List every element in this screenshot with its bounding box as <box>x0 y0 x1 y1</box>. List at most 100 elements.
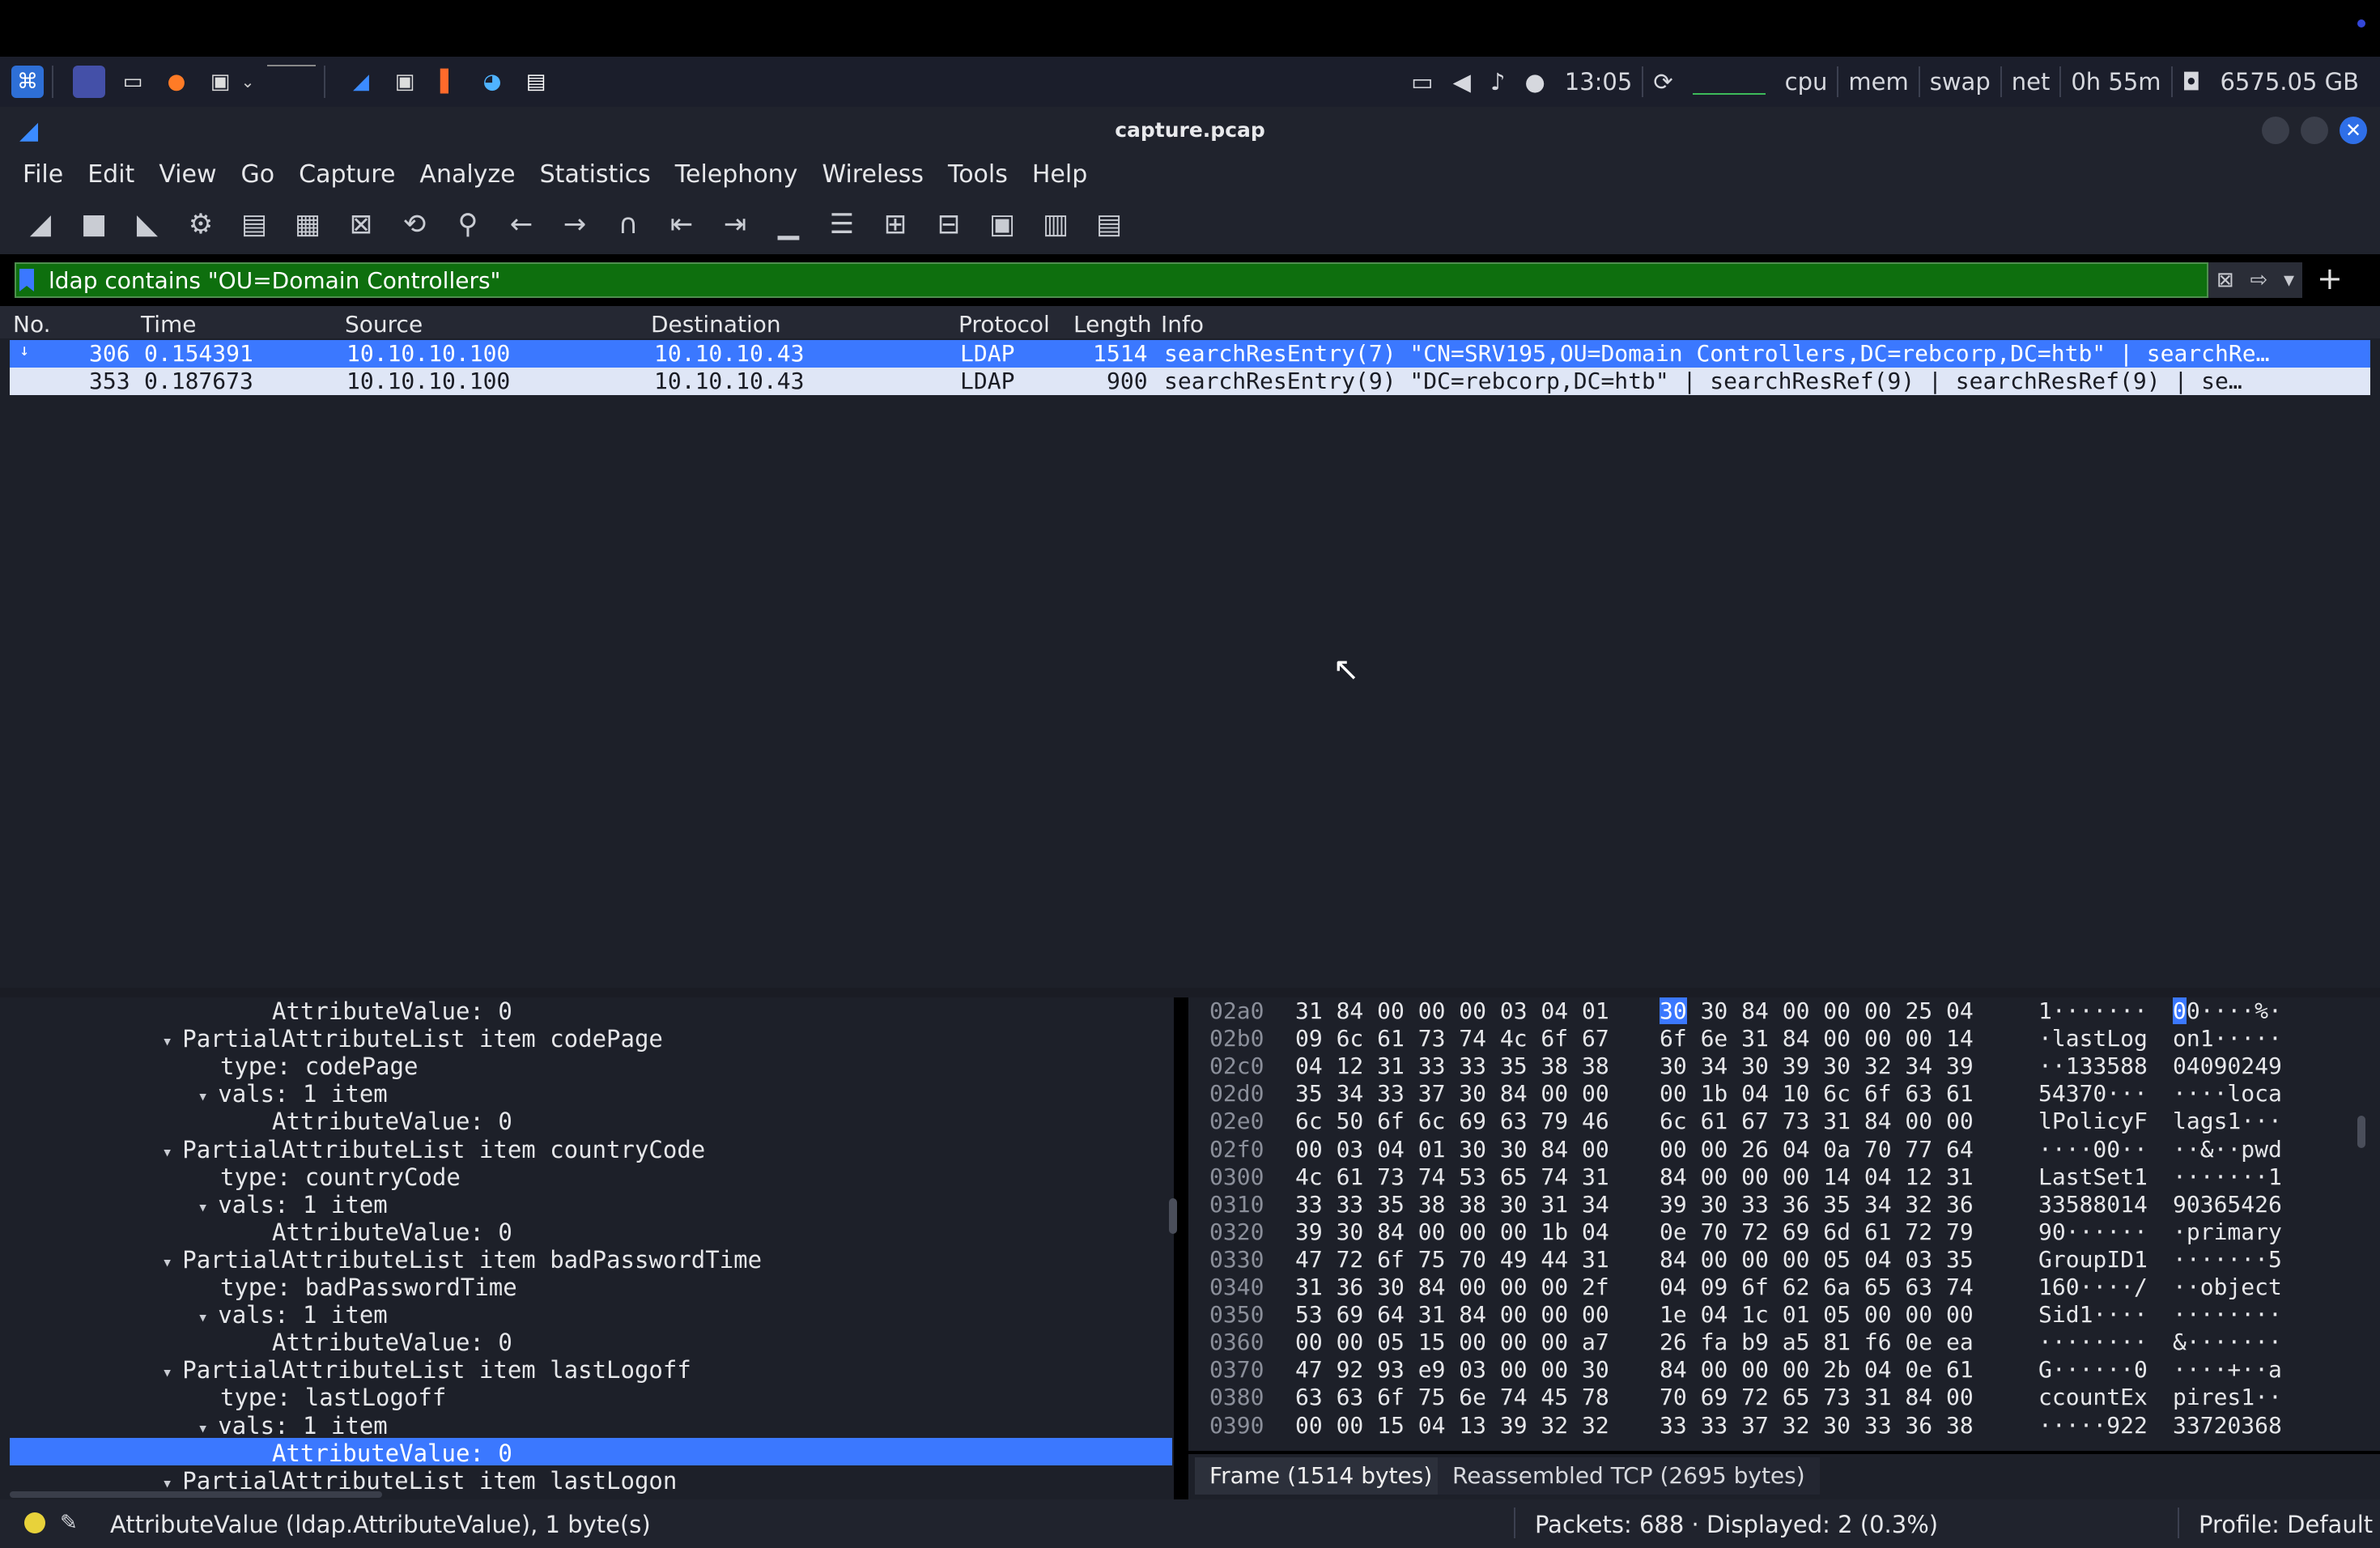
ascii-bytes-2[interactable]: ··object <box>2173 1274 2282 1300</box>
display-filter-value[interactable]: ldap contains "OU=Domain Controllers" <box>49 267 500 294</box>
ascii-bytes-1[interactable]: ·····922 <box>2038 1412 2148 1439</box>
menu-edit[interactable]: Edit <box>87 160 134 189</box>
reload-icon[interactable]: ⟲ <box>395 205 434 244</box>
byte-offset[interactable]: 02c0 <box>1209 1053 1264 1079</box>
tab-reassembled-tcp[interactable]: Reassembled TCP (2695 bytes) <box>1438 1457 1820 1495</box>
hex-bytes-2[interactable]: 00 00 26 04 0a 70 77 64 <box>1660 1136 1974 1163</box>
hex-bytes-2[interactable]: 84 00 00 00 14 04 12 31 <box>1660 1163 1974 1190</box>
ascii-bytes-2[interactable]: 90365426 <box>2173 1191 2282 1218</box>
zoom-in-icon[interactable]: ⊞ <box>876 205 915 244</box>
tab-frame-bytes[interactable]: Frame (1514 bytes) <box>1195 1457 1447 1495</box>
desktop-icon[interactable] <box>73 66 105 98</box>
packet-row[interactable]: 353 0.187673 10.10.10.100 10.10.10.43 LD… <box>10 368 2370 395</box>
ascii-bytes-1[interactable]: 33588014 <box>2038 1191 2148 1218</box>
hex-bytes-1[interactable]: 04 12 31 33 33 35 38 38 <box>1295 1053 1609 1079</box>
byte-offset[interactable]: 0300 <box>1209 1163 1264 1190</box>
hex-bytes-1[interactable]: 00 03 04 01 30 30 84 00 <box>1295 1136 1609 1163</box>
hex-bytes-1[interactable]: 09 6c 61 73 74 4c 6f 67 <box>1295 1025 1609 1052</box>
byte-offset[interactable]: 0340 <box>1209 1274 1264 1300</box>
detail-tree-item[interactable]: ▾ vals: 1 item <box>198 1412 388 1440</box>
capture-options-icon[interactable]: ⚙ <box>181 205 220 244</box>
ascii-bytes-2[interactable]: &······· <box>2173 1329 2282 1355</box>
document-viewer-icon[interactable]: ▤ <box>520 66 552 98</box>
byte-offset[interactable]: 0330 <box>1209 1246 1264 1273</box>
wireshark-icon[interactable]: ◢ <box>345 66 377 98</box>
byte-offset[interactable]: 0320 <box>1209 1218 1264 1245</box>
clock-time[interactable]: 13:05 <box>1565 68 1633 96</box>
ascii-bytes-1[interactable]: ········ <box>2038 1329 2148 1355</box>
hex-bytes-2[interactable]: 00 1b 04 10 6c 6f 63 61 <box>1660 1080 1974 1107</box>
hex-bytes-1[interactable]: 6c 50 6f 6c 69 63 79 46 <box>1295 1108 1609 1134</box>
filter-history-chevron-icon[interactable]: ▾ <box>2284 268 2294 292</box>
hex-bytes-1[interactable]: 31 36 30 84 00 00 00 2f <box>1295 1274 1609 1300</box>
menu-file[interactable]: File <box>23 160 63 189</box>
terminal-icon-2[interactable]: ▣ <box>389 66 421 98</box>
add-filter-button[interactable]: + <box>2317 261 2343 296</box>
byte-offset[interactable]: 0360 <box>1209 1329 1264 1355</box>
ascii-bytes-2[interactable]: ····+··a <box>2173 1356 2282 1383</box>
stop-capture-icon[interactable]: ■ <box>74 205 113 244</box>
menu-capture[interactable]: Capture <box>299 160 395 189</box>
detail-tree-item[interactable]: type: lastLogoff <box>220 1384 446 1411</box>
ascii-bytes-1[interactable]: 90······ <box>2038 1218 2148 1245</box>
menu-tools[interactable]: Tools <box>948 160 1008 189</box>
ascii-bytes-2[interactable]: pires1·· <box>2173 1384 2282 1410</box>
expand-chevron-icon[interactable]: ▾ <box>162 1474 172 1494</box>
col-no[interactable]: No. <box>13 311 50 338</box>
ascii-bytes-2[interactable]: 33720368 <box>2173 1412 2282 1439</box>
minimize-button[interactable] <box>2262 117 2289 144</box>
expand-chevron-icon[interactable]: ▾ <box>162 1031 172 1052</box>
hex-bytes-1[interactable]: 47 72 6f 75 70 49 44 31 <box>1295 1246 1609 1273</box>
byte-offset[interactable]: 0370 <box>1209 1356 1264 1383</box>
byte-offset[interactable]: 02d0 <box>1209 1080 1264 1107</box>
colorize-icon[interactable]: ☰ <box>822 205 861 244</box>
maximize-button[interactable] <box>2301 117 2328 144</box>
menu-statistics[interactable]: Statistics <box>540 160 651 189</box>
detail-tree-item[interactable]: ▾ vals: 1 item <box>198 1301 388 1329</box>
ascii-bytes-2[interactable]: ····loca <box>2173 1080 2282 1107</box>
byte-offset[interactable]: 02b0 <box>1209 1025 1264 1052</box>
chevron-down-icon[interactable]: ⌄ <box>240 66 256 98</box>
edit-comment-icon[interactable]: ✎ <box>60 1511 78 1535</box>
ascii-bytes-1[interactable]: 1······· <box>2038 997 2148 1024</box>
file-manager-icon[interactable]: ▭ <box>117 66 149 98</box>
last-packet-icon[interactable]: ⇥ <box>716 205 754 244</box>
details-scrollbar[interactable] <box>1169 1198 1177 1234</box>
byte-offset[interactable]: 0310 <box>1209 1191 1264 1218</box>
hex-bytes-1[interactable]: 4c 61 73 74 53 65 74 31 <box>1295 1163 1609 1190</box>
hex-bytes-1[interactable]: 33 33 35 38 38 30 31 34 <box>1295 1191 1609 1218</box>
detail-tree-item[interactable]: ▾ PartialAttributeList item codePage <box>162 1025 663 1053</box>
detail-tree-item[interactable]: ▾ PartialAttributeList item countryCode <box>162 1136 705 1163</box>
hex-bytes-2[interactable]: 84 00 00 00 05 04 03 35 <box>1660 1246 1974 1273</box>
ascii-bytes-2[interactable]: ··&··pwd <box>2173 1136 2282 1163</box>
refresh-icon[interactable]: ⟳ <box>1653 68 1672 96</box>
terminal-icon[interactable]: ▣ <box>204 66 236 98</box>
hex-bytes-1[interactable]: 35 34 33 37 30 84 00 00 <box>1295 1080 1609 1107</box>
hex-bytes-2[interactable]: 33 33 37 32 30 33 36 38 <box>1660 1412 1974 1439</box>
expand-chevron-icon[interactable]: ▾ <box>198 1418 208 1439</box>
apply-filter-icon[interactable]: ⇨ <box>2250 268 2267 292</box>
browser-icon[interactable]: ◕ <box>476 66 508 98</box>
ascii-bytes-2[interactable]: 00····%· <box>2173 997 2282 1024</box>
detail-tree-item[interactable]: ▾ vals: 1 item <box>198 1080 388 1108</box>
detail-tree-item[interactable]: ▾ vals: 1 item <box>198 1191 388 1218</box>
menu-telephony[interactable]: Telephony <box>675 160 798 189</box>
ascii-bytes-1[interactable]: 54370··· <box>2038 1080 2148 1107</box>
go-forward-icon[interactable]: → <box>555 205 594 244</box>
menu-analyze[interactable]: Analyze <box>419 160 515 189</box>
ascii-bytes-1[interactable]: ·lastLog <box>2038 1025 2148 1052</box>
hex-bytes-1[interactable]: 00 00 15 04 13 39 32 32 <box>1295 1412 1609 1439</box>
col-time[interactable]: Time <box>141 311 197 338</box>
find-packet-icon[interactable]: ⚲ <box>448 205 487 244</box>
go-to-packet-icon[interactable]: ∩ <box>609 205 648 244</box>
col-source[interactable]: Source <box>345 311 423 338</box>
byte-offset[interactable]: 0380 <box>1209 1384 1264 1410</box>
ascii-bytes-1[interactable]: G······0 <box>2038 1356 2148 1383</box>
hex-bytes-2[interactable]: 30 30 84 00 00 00 25 04 <box>1660 997 1974 1024</box>
hex-bytes-2[interactable]: 30 34 30 39 30 32 34 39 <box>1660 1053 1974 1079</box>
detail-tree-item[interactable]: ▾ PartialAttributeList item lastLogoff <box>162 1356 691 1384</box>
open-file-icon[interactable]: ▤ <box>235 205 274 244</box>
ascii-bytes-1[interactable]: 160····/ <box>2038 1274 2148 1300</box>
menu-view[interactable]: View <box>159 160 216 189</box>
detail-tree-item[interactable]: AttributeValue: 0 <box>272 1218 512 1246</box>
